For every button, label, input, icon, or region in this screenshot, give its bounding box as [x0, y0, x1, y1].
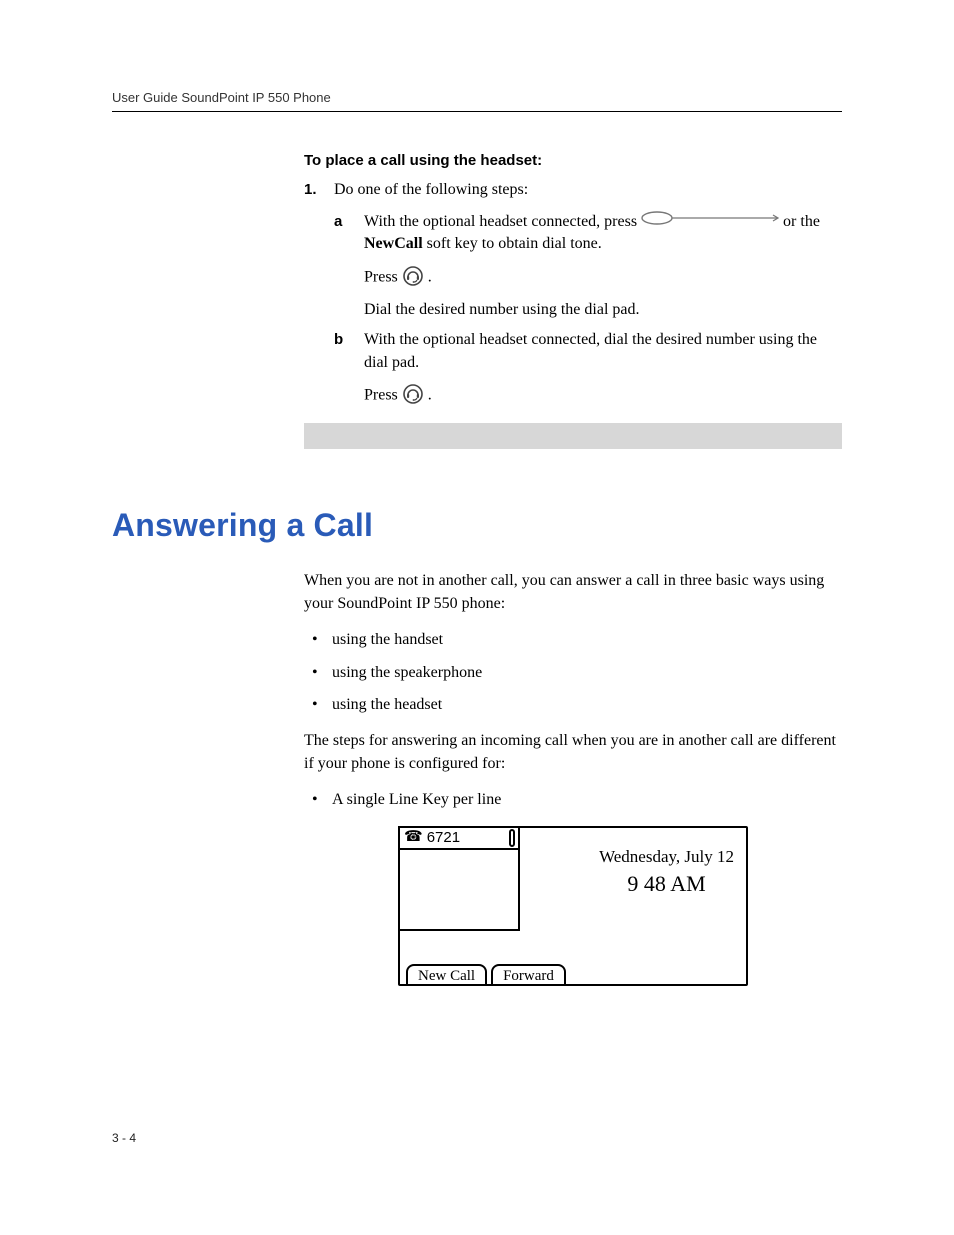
- page-number: 3 - 4: [112, 1131, 136, 1145]
- scroll-handle-icon: [509, 829, 515, 847]
- substep-letter: a: [334, 211, 364, 232]
- headset-icon: [403, 384, 423, 411]
- newcall-bold: NewCall: [364, 235, 423, 252]
- phone-display: ☎ 6721 Wednesday, July 12 9 48 AM New Ca…: [398, 826, 748, 986]
- step-text: Do one of the following steps:: [334, 179, 528, 201]
- text-fragment: soft key to obtain dial tone.: [423, 235, 602, 252]
- line-number: 6721: [427, 829, 460, 846]
- line-label-row: ☎ 6721: [400, 828, 518, 850]
- phone-display-figure: ☎ 6721 Wednesday, July 12 9 48 AM New Ca…: [304, 826, 842, 986]
- headset-icon: [403, 266, 423, 293]
- text-fragment: .: [428, 386, 432, 403]
- substep-a-dial: Dial the desired number using the dial p…: [364, 299, 842, 321]
- list-item: using the headset: [304, 694, 842, 716]
- line-tab: ☎ 6721: [398, 826, 520, 931]
- phone-icon: ☎: [404, 830, 423, 845]
- softkey-row: New Call Forward: [406, 964, 566, 986]
- display-time: 9 48 AM: [599, 869, 734, 899]
- list-item: A single Line Key per line: [304, 789, 842, 811]
- text-fragment: Press: [364, 386, 402, 403]
- step-1: 1. Do one of the following steps:: [304, 179, 842, 201]
- text-fragment: With the optional headset connected, pre…: [364, 213, 641, 230]
- softkey-forward[interactable]: Forward: [491, 964, 566, 986]
- substep-b-text: With the optional headset connected, dia…: [364, 329, 842, 374]
- substep-b: b With the optional headset connected, d…: [334, 329, 842, 374]
- procedure-heading: To place a call using the headset:: [304, 152, 842, 169]
- substep-a-press: Press .: [364, 264, 842, 291]
- date-time-block: Wednesday, July 12 9 48 AM: [599, 846, 734, 899]
- answer-methods-list: using the handset using the speakerphone…: [304, 629, 842, 716]
- text-fragment: .: [428, 268, 432, 285]
- substep-b-press: Press .: [364, 382, 842, 409]
- line-key-icon: [641, 210, 779, 232]
- substep-a-text: With the optional headset connected, pre…: [364, 211, 842, 256]
- step-number: 1.: [304, 181, 334, 198]
- list-item: using the speakerphone: [304, 662, 842, 684]
- config-list: A single Line Key per line: [304, 789, 842, 811]
- display-date: Wednesday, July 12: [599, 846, 734, 869]
- configured-for-para: The steps for answering an incoming call…: [304, 730, 842, 775]
- answering-intro-para: When you are not in another call, you ca…: [304, 570, 842, 615]
- substep-letter: b: [334, 329, 364, 350]
- header-rule: [112, 111, 842, 112]
- grey-separator-bar: [304, 423, 842, 449]
- list-item: using the handset: [304, 629, 842, 651]
- running-header: User Guide SoundPoint IP 550 Phone: [112, 90, 842, 105]
- section-heading-answering: Answering a Call: [112, 507, 842, 544]
- substep-a: a With the optional headset connected, p…: [334, 211, 842, 256]
- text-fragment: Press: [364, 268, 402, 285]
- text-fragment: or the: [783, 213, 820, 230]
- softkey-new-call[interactable]: New Call: [406, 964, 487, 986]
